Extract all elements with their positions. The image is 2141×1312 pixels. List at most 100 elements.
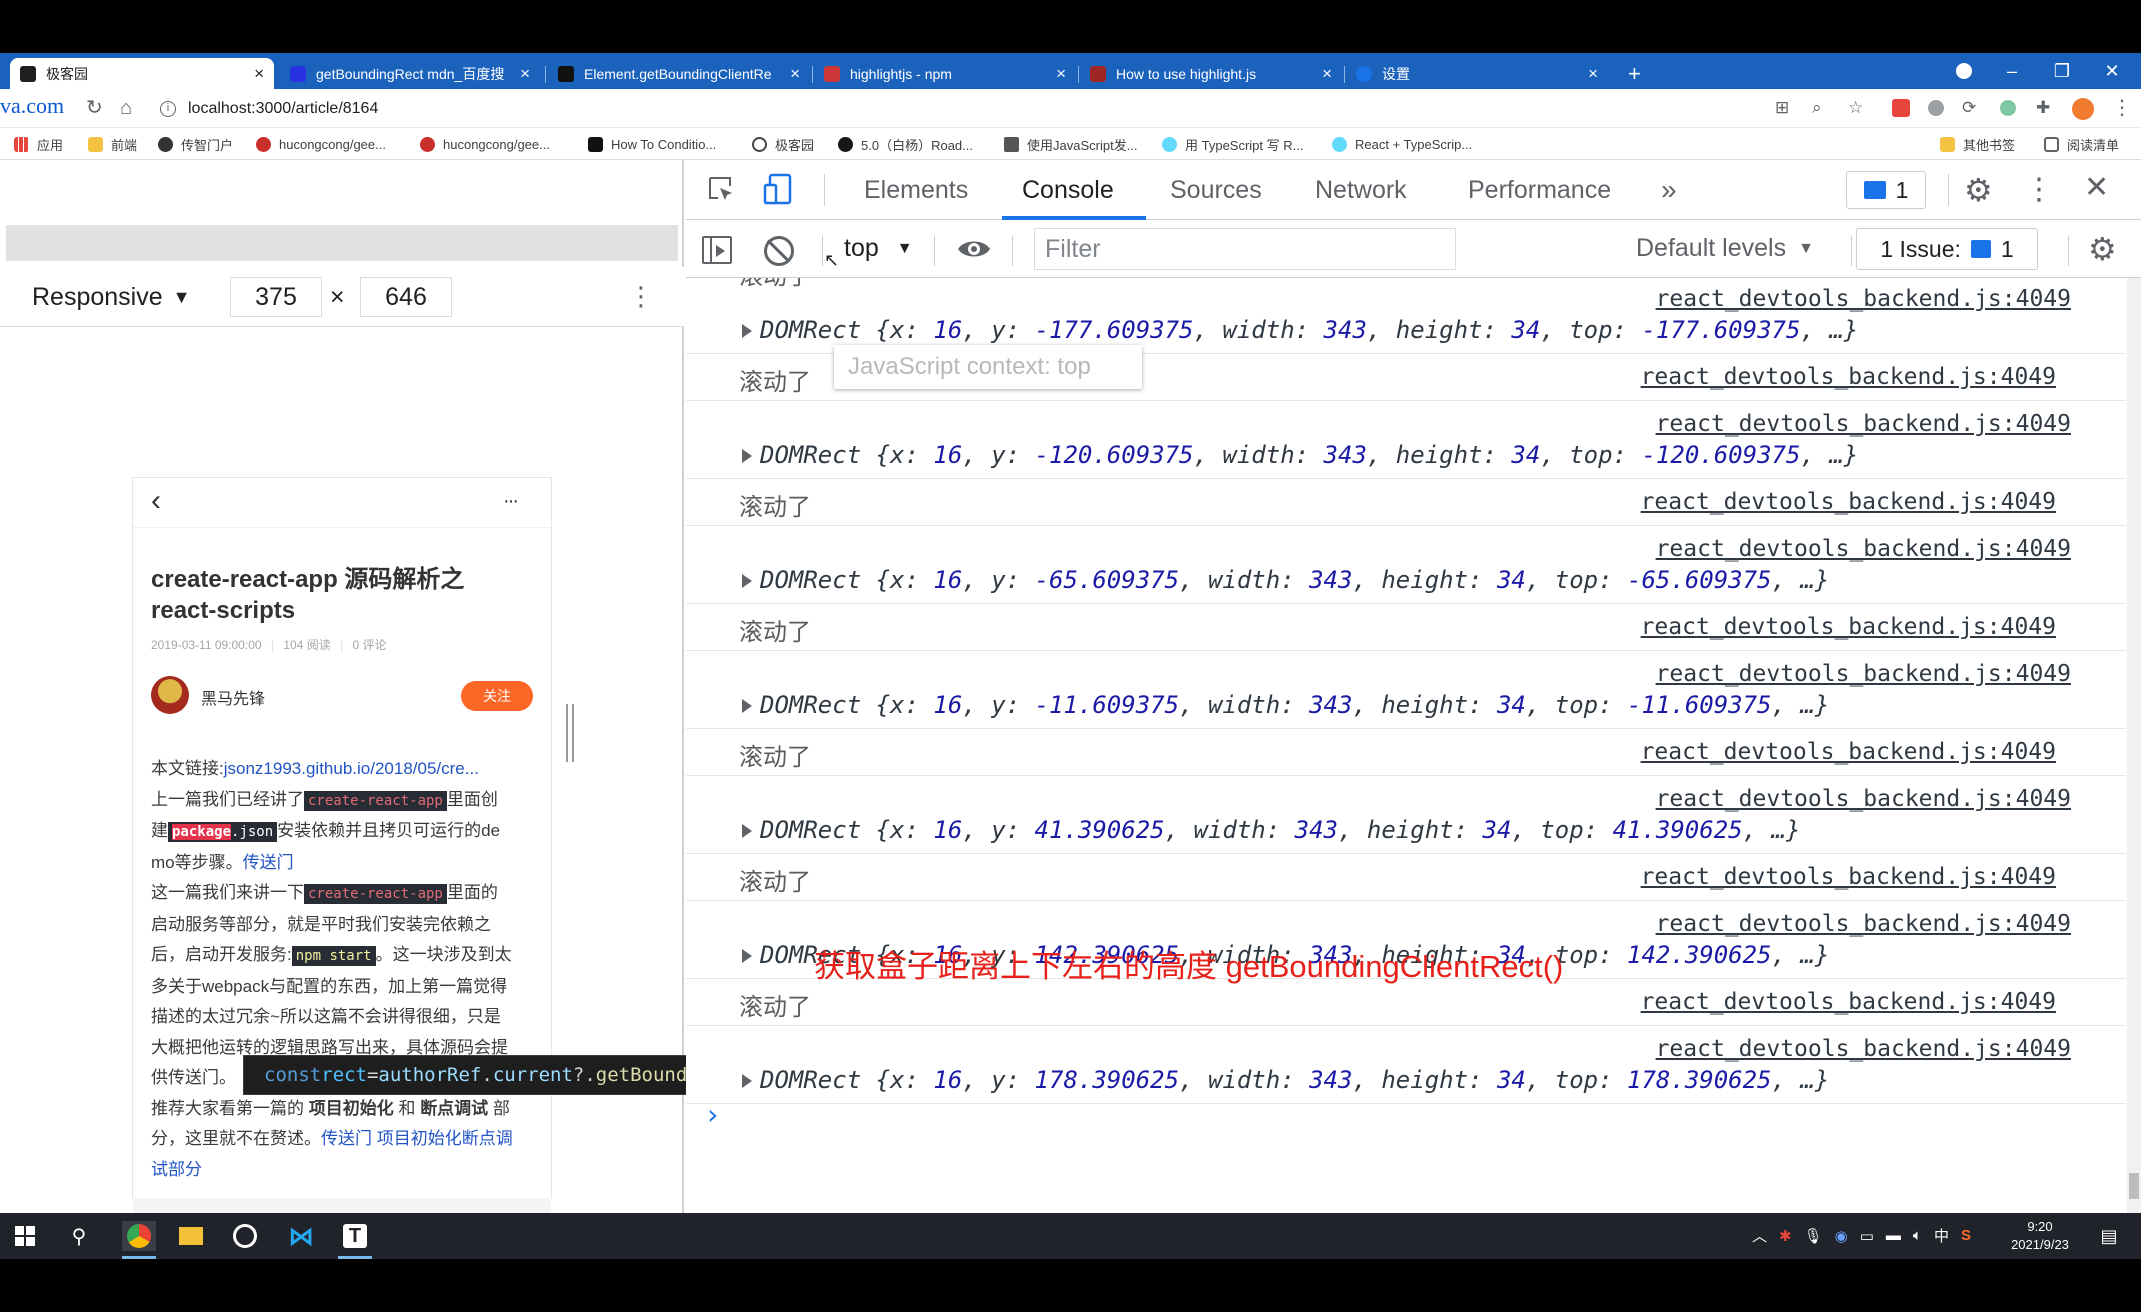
- inspect-element-icon[interactable]: [706, 174, 738, 206]
- console-source-link[interactable]: react_devtools_backend.js:4049: [1656, 286, 2071, 312]
- extension-icon[interactable]: [1892, 99, 1910, 117]
- close-devtools-icon[interactable]: ✕: [2084, 170, 2109, 205]
- new-tab-icon[interactable]: +: [1618, 58, 1654, 89]
- domrect-object[interactable]: DOMRect {x: 16, y: -65.609375, width: 34…: [742, 566, 1829, 594]
- expand-triangle-icon[interactable]: [742, 824, 752, 838]
- tab-0[interactable]: 极客园 ×: [10, 58, 274, 89]
- bookmark-folder[interactable]: 前端: [88, 128, 137, 160]
- console-source-link[interactable]: react_devtools_backend.js:4049: [1656, 661, 2071, 687]
- zoom-icon[interactable]: ⌕: [1812, 98, 1822, 118]
- chrome-icon[interactable]: [122, 1221, 156, 1251]
- height-input[interactable]: 646: [360, 277, 452, 317]
- tab-sources[interactable]: Sources: [1170, 160, 1262, 220]
- console-source-link[interactable]: react_devtools_backend.js:4049: [1656, 786, 2071, 812]
- close-window-icon[interactable]: ✕: [2088, 53, 2136, 89]
- live-expression-eye-icon[interactable]: [956, 236, 992, 262]
- bookmark[interactable]: 5.0（白杨）Road...: [838, 128, 973, 160]
- bookmark-apps[interactable]: 应用: [14, 128, 63, 160]
- portal-link[interactable]: 试部分: [151, 1160, 202, 1179]
- clear-console-icon[interactable]: [764, 236, 794, 266]
- microphone-icon[interactable]: 🎙︎: [1804, 1227, 1823, 1245]
- battery-icon[interactable]: ▬: [1886, 1227, 1901, 1244]
- extension-icon[interactable]: [2000, 100, 2016, 116]
- address-bar[interactable]: i localhost:3000/article/8164: [160, 94, 1790, 124]
- domrect-object[interactable]: DOMRect {x: 16, y: -11.609375, width: 34…: [742, 691, 1829, 719]
- scrollbar[interactable]: [2127, 278, 2141, 1213]
- notification-icon[interactable]: ▤: [2094, 1221, 2124, 1251]
- console-source-link[interactable]: react_devtools_backend.js:4049: [1641, 489, 2056, 515]
- bookmark[interactable]: 用 TypeScript 写 R...: [1162, 128, 1303, 160]
- back-icon[interactable]: ‹: [151, 484, 161, 518]
- issues-counter-button[interactable]: 1 Issue: 1: [1856, 228, 2038, 270]
- resize-handle[interactable]: [566, 704, 574, 762]
- network-icon[interactable]: ▭: [1860, 1227, 1874, 1245]
- close-tab-icon[interactable]: ×: [520, 65, 530, 82]
- star-icon[interactable]: ☆: [1848, 98, 1863, 118]
- kebab-menu-icon[interactable]: ⋮: [2112, 98, 2132, 118]
- expand-triangle-icon[interactable]: [742, 1074, 752, 1088]
- portal-link[interactable]: 传送门 项目初始化断点调: [321, 1129, 513, 1148]
- sogou-icon[interactable]: S: [1961, 1227, 1971, 1244]
- console-prompt-icon[interactable]: ›: [704, 1098, 721, 1131]
- tab-console[interactable]: Console: [1022, 160, 1114, 220]
- bookmark[interactable]: React + TypeScrip...: [1332, 128, 1472, 160]
- console-source-link[interactable]: react_devtools_backend.js:4049: [1641, 989, 2056, 1015]
- app-icon[interactable]: [230, 1221, 260, 1251]
- sidebar-toggle-icon[interactable]: [702, 236, 732, 264]
- volume-icon[interactable]: 🔈︎: [1913, 1227, 1922, 1244]
- tray-icon[interactable]: ◉: [1835, 1227, 1848, 1245]
- home-icon[interactable]: ⌂: [120, 98, 132, 118]
- close-tab-icon[interactable]: ×: [1588, 65, 1598, 82]
- bookmark[interactable]: 极客园: [752, 128, 814, 160]
- follow-button[interactable]: 关注: [461, 681, 533, 711]
- console-source-link[interactable]: react_devtools_backend.js:4049: [1641, 864, 2056, 890]
- tab-network[interactable]: Network: [1315, 160, 1407, 220]
- info-icon[interactable]: i: [160, 101, 176, 117]
- settings-gear-icon[interactable]: ⚙: [1964, 171, 1993, 209]
- close-tab-icon[interactable]: ×: [1056, 65, 1066, 82]
- bookmark[interactable]: hucongcong/gee...: [256, 128, 386, 160]
- tab-5[interactable]: 设置 ×: [1346, 58, 1608, 89]
- tab-1[interactable]: getBoundingRect mdn_百度搜 ×: [280, 58, 540, 89]
- console-source-link[interactable]: react_devtools_backend.js:4049: [1641, 614, 2056, 640]
- tab-3[interactable]: highlightjs - npm ×: [814, 58, 1076, 89]
- restore-icon[interactable]: ❐: [2038, 53, 2086, 89]
- console-source-link[interactable]: react_devtools_backend.js:4049: [1641, 739, 2056, 765]
- console-source-link[interactable]: react_devtools_backend.js:4049: [1656, 411, 2071, 437]
- tab-2[interactable]: Element.getBoundingClientRe ×: [548, 58, 810, 89]
- close-tab-icon[interactable]: ×: [254, 65, 264, 82]
- avatar[interactable]: [151, 676, 189, 714]
- domrect-object[interactable]: DOMRect {x: 16, y: -177.609375, width: 3…: [742, 316, 1858, 344]
- avatar[interactable]: [2072, 98, 2094, 120]
- domrect-object[interactable]: DOMRect {x: 16, y: 41.390625, width: 343…: [742, 816, 1800, 844]
- extension-icon[interactable]: [1928, 100, 1944, 116]
- vscode-icon[interactable]: ⋈: [286, 1221, 316, 1251]
- bookmark[interactable]: hucongcong/gee...: [420, 128, 550, 160]
- more-tabs-icon[interactable]: »: [1661, 160, 1677, 220]
- log-levels-select[interactable]: Default levels ▼: [1636, 234, 1814, 263]
- kebab-menu-icon[interactable]: ⋮: [2024, 172, 2054, 207]
- console-source-link[interactable]: react_devtools_backend.js:4049: [1656, 536, 2071, 562]
- domrect-object[interactable]: DOMRect {x: 16, y: 178.390625, width: 34…: [742, 1066, 1829, 1094]
- bookmark[interactable]: 传智门户: [158, 128, 233, 160]
- expand-triangle-icon[interactable]: [742, 574, 752, 588]
- profile-icon[interactable]: [1940, 53, 1988, 89]
- tab-elements[interactable]: Elements: [864, 160, 968, 220]
- ime-indicator[interactable]: 中: [1934, 1225, 1949, 1246]
- tray-icon[interactable]: ✱: [1779, 1227, 1792, 1245]
- console-settings-icon[interactable]: ⚙: [2088, 230, 2117, 268]
- width-input[interactable]: 375: [230, 277, 322, 317]
- expand-triangle-icon[interactable]: [742, 699, 752, 713]
- console-source-link[interactable]: react_devtools_backend.js:4049: [1656, 1036, 2071, 1062]
- context-select[interactable]: top ▼: [844, 234, 913, 263]
- domrect-object[interactable]: DOMRect {x: 16, y: -120.609375, width: 3…: [742, 441, 1858, 469]
- reload-icon[interactable]: ↻: [86, 98, 103, 118]
- kebab-menu-icon[interactable]: ⋮: [628, 281, 654, 312]
- close-tab-icon[interactable]: ×: [790, 65, 800, 82]
- expand-triangle-icon[interactable]: [742, 324, 752, 338]
- device-toggle-icon[interactable]: [762, 172, 796, 206]
- console-source-link[interactable]: react_devtools_backend.js:4049: [1641, 364, 2056, 390]
- bookmark-reading-list[interactable]: 阅读清单: [2044, 128, 2119, 160]
- chevron-up-icon[interactable]: ︿: [1752, 1225, 1767, 1246]
- bookmark-other[interactable]: 其他书签: [1940, 128, 2015, 160]
